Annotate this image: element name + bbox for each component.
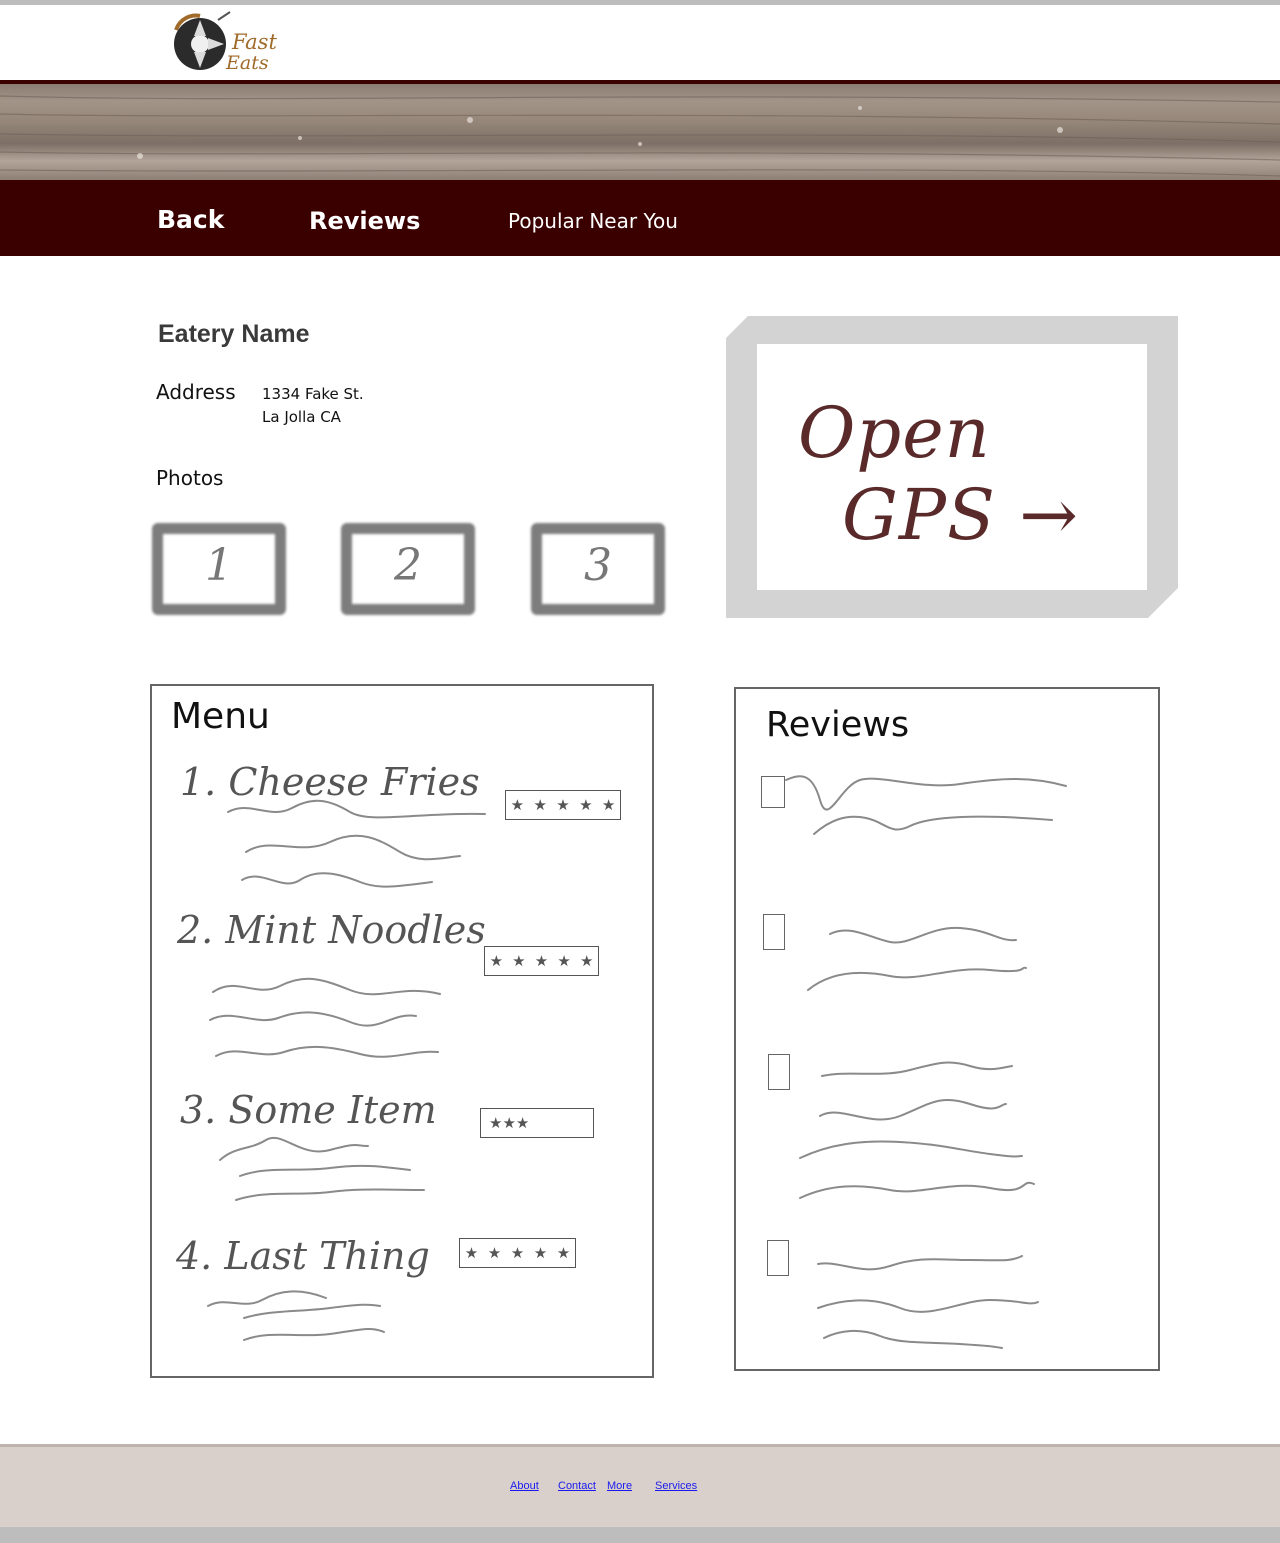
star-icon: ★ <box>534 952 549 970</box>
star-icon: ★ <box>556 796 570 814</box>
star-icon: ★ <box>464 1244 479 1262</box>
nav-back-link[interactable]: Back <box>157 205 224 234</box>
menu-item-4[interactable]: 4. Last Thing <box>176 1234 430 1278</box>
reviewer-avatar-icon <box>761 776 785 808</box>
menu-title: Menu <box>171 696 270 737</box>
photo-thumbnail-2-label: 2 <box>394 540 422 591</box>
star-icon: ★ <box>579 952 594 970</box>
menu-item-2[interactable]: 2. Mint Noodles <box>177 908 486 952</box>
footer-services-link[interactable]: Services <box>655 1480 697 1492</box>
photo-thumbnail-3-label: 3 <box>584 540 612 591</box>
photo-thumbnail-1-label: 1 <box>205 540 233 591</box>
footer-about-link[interactable]: About <box>510 1480 539 1492</box>
gps-label-line2: GPS → <box>842 474 1079 556</box>
menu-item-3-rating: ★ ★ ★ <box>480 1108 594 1138</box>
star-icon: ★ <box>556 1244 571 1262</box>
footer-more-link[interactable]: More <box>607 1480 632 1492</box>
photos-label: Photos <box>156 466 224 490</box>
reviews-panel <box>734 687 1160 1371</box>
menu-item-1-rating: ★ ★ ★ ★ ★ <box>505 790 621 820</box>
star-icon: ★ <box>489 1114 503 1132</box>
reviewer-avatar-icon <box>768 1054 790 1090</box>
address-label: Address <box>156 380 236 404</box>
menu-item-1[interactable]: 1. Cheese Fries <box>180 760 480 804</box>
wood-banner-image <box>0 84 1280 180</box>
gps-label-line1: Open <box>798 392 991 474</box>
star-icon: ★ <box>487 1244 502 1262</box>
footer-contact-link[interactable]: Contact <box>558 1480 596 1492</box>
reviewer-avatar-icon <box>767 1240 789 1276</box>
star-icon: ★ <box>601 796 616 814</box>
star-icon: ★ <box>557 952 571 970</box>
browser-bottom-strip <box>0 1527 1280 1543</box>
menu-item-4-rating: ★ ★ ★ ★ ★ <box>459 1238 576 1268</box>
site-footer <box>0 1447 1280 1527</box>
star-icon: ★ <box>512 952 526 970</box>
logo-word-fast: Fast <box>232 30 277 54</box>
menu-item-2-rating: ★ ★ ★ ★ ★ <box>484 946 599 976</box>
star-icon: ★ <box>515 1114 530 1132</box>
logo-word-eats: Eats <box>226 52 269 74</box>
star-icon: ★ <box>533 796 547 814</box>
star-icon: ★ <box>579 796 593 814</box>
address-street: 1334 Fake St. <box>262 385 364 403</box>
star-icon: ★ <box>510 1244 525 1262</box>
menu-item-3[interactable]: 3. Some Item <box>180 1088 437 1132</box>
address-city: La Jolla CA <box>262 408 341 426</box>
nav-reviews-link[interactable]: Reviews <box>309 207 420 235</box>
star-icon: ★ <box>489 952 504 970</box>
star-icon: ★ <box>533 1244 548 1262</box>
star-icon: ★ <box>510 796 525 814</box>
reviewer-avatar-icon <box>763 914 785 950</box>
nav-popular-link[interactable]: Popular Near You <box>508 209 678 233</box>
eatery-name-heading: Eatery Name <box>158 320 310 348</box>
star-icon: ★ <box>502 1114 516 1132</box>
reviews-title: Reviews <box>766 705 910 745</box>
